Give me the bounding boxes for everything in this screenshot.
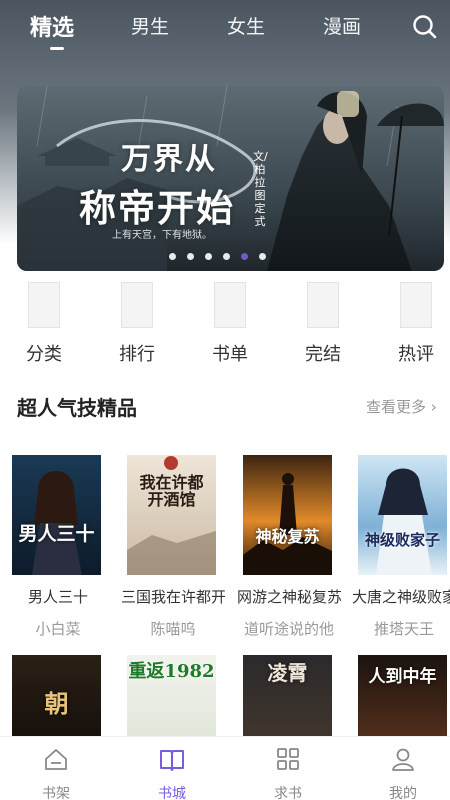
- category-label: 排行: [119, 344, 155, 365]
- tab-male[interactable]: 男生: [131, 12, 169, 39]
- section-title: 超人气技精品: [17, 396, 137, 420]
- carousel-dot[interactable]: [169, 253, 176, 260]
- book-title: 三国我在许都开酒馆: [121, 588, 225, 606]
- book-author: 陈喵呜: [150, 620, 196, 638]
- banner-title-line2: 称帝开始: [79, 186, 235, 230]
- book-cover: 我在许都开酒馆: [127, 455, 216, 575]
- carousel-dot[interactable]: [259, 253, 266, 260]
- book-title: 大唐之神级败家子: [352, 588, 450, 606]
- banner-slogan: 上有天宫，下有地狱。: [112, 230, 212, 241]
- carousel-dot[interactable]: [205, 253, 212, 260]
- book-cover-title: 凌霄: [267, 661, 308, 685]
- carousel-dot[interactable]: [187, 253, 194, 260]
- book-cover: 神级败家子: [358, 455, 447, 575]
- category-hot-reviews[interactable]: 热评: [386, 282, 446, 366]
- tab-indicator: [50, 47, 64, 50]
- see-more-label: 查看更多: [366, 398, 427, 416]
- search-icon: [413, 15, 437, 39]
- nav-bookshelf[interactable]: 书架: [26, 745, 86, 800]
- book-author: 推塔天王: [373, 620, 434, 638]
- nav-request-book[interactable]: 求书: [258, 745, 318, 800]
- book-cover-title: 神秘复苏: [255, 527, 320, 546]
- bookshelf-icon: [45, 749, 67, 770]
- book-cover-title: 人到中年: [368, 667, 437, 687]
- category-placeholder-icon: [307, 282, 339, 328]
- open-book-icon: [160, 750, 184, 771]
- category-shortcuts: 分类 排行 书单 完结 热评: [0, 282, 450, 365]
- carousel-dot[interactable]: [223, 253, 230, 260]
- book-title: 男人三十: [27, 588, 88, 606]
- category-label: 书单: [212, 344, 248, 365]
- chevron-right-icon: ›: [430, 398, 437, 416]
- book-author: 小白菜: [35, 620, 81, 638]
- book-cover-title: 神级败家子: [364, 531, 440, 549]
- book-card[interactable]: 我在许都开酒馆 三国我在许都开酒馆 陈喵呜: [121, 455, 237, 638]
- top-nav: 精选 男生 女生 漫画: [0, 0, 450, 58]
- grid-icon: [277, 748, 299, 770]
- book-cover-title: 朝: [44, 689, 69, 718]
- category-placeholder-icon: [214, 282, 246, 328]
- category-booklist[interactable]: 书单: [200, 282, 260, 366]
- category-label: 完结: [305, 344, 341, 365]
- book-cover: 男人三十: [12, 455, 101, 575]
- featured-banner[interactable]: 万界从 称帝开始 文/柏拉图定式 上有天宫，下有地狱。: [17, 86, 444, 271]
- nav-label: 我的: [389, 786, 417, 800]
- carousel-dot-active[interactable]: [241, 253, 248, 260]
- book-cover: 神秘复苏: [243, 455, 332, 575]
- category-label: 热评: [398, 344, 434, 365]
- nav-profile[interactable]: 我的: [373, 745, 433, 800]
- nav-bookstore[interactable]: 书城: [142, 745, 202, 800]
- category-classification[interactable]: 分类: [14, 282, 74, 366]
- book-card[interactable]: 男人三十 男人三十 小白菜: [12, 455, 122, 638]
- book-title: 网游之神秘复苏: [237, 588, 341, 606]
- category-placeholder-icon: [28, 282, 60, 328]
- carousel-indicator: [169, 253, 266, 260]
- nav-label: 书城: [158, 786, 186, 800]
- nav-label: 书架: [42, 786, 70, 800]
- book-cover-title: 男人三十: [18, 523, 95, 545]
- book-cover-title: 重返1982: [128, 661, 215, 682]
- book-cover-title: 我在许都开酒馆: [139, 473, 204, 509]
- tab-female[interactable]: 女生: [227, 12, 265, 39]
- category-placeholder-icon: [121, 282, 153, 328]
- category-label: 分类: [26, 344, 62, 365]
- see-more-link[interactable]: 查看更多 ›: [366, 396, 437, 417]
- tab-comics[interactable]: 漫画: [323, 12, 361, 39]
- tab-featured[interactable]: 精选: [30, 10, 74, 42]
- category-ranking[interactable]: 排行: [107, 282, 167, 366]
- nav-label: 求书: [274, 786, 302, 800]
- user-icon: [392, 748, 414, 771]
- banner-title-line1: 万界从: [121, 142, 217, 177]
- search-button[interactable]: [411, 13, 439, 41]
- banner-author: 文/柏拉图定式: [253, 150, 268, 228]
- book-author: 道听途说的他: [243, 620, 334, 638]
- book-card[interactable]: 神秘复苏 网游之神秘复苏 道听途说的他: [237, 455, 353, 638]
- book-card[interactable]: 神级败家子 大唐之神级败家子 推塔天王: [352, 455, 450, 638]
- bottom-nav: 书架 书城 求书 我的: [0, 736, 450, 800]
- category-placeholder-icon: [400, 282, 432, 328]
- category-completed[interactable]: 完结: [293, 282, 353, 366]
